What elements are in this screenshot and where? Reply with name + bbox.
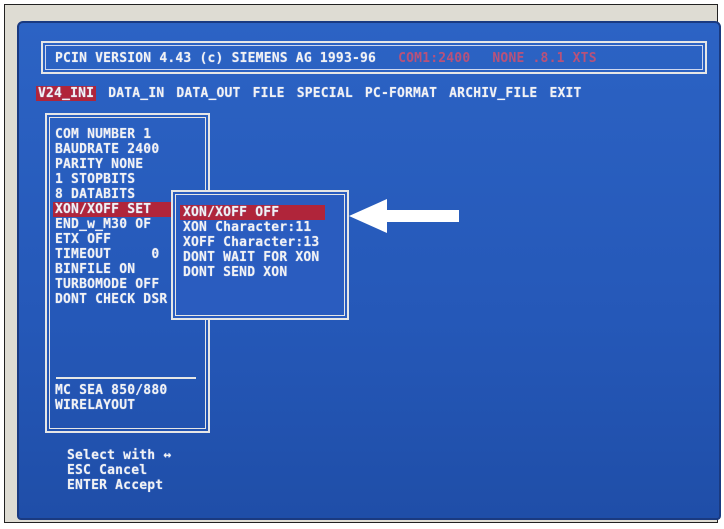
divider <box>56 377 196 379</box>
help-enter: ENTER Accept <box>67 478 164 493</box>
title-bar: PCIN VERSION 4.43 (c) SIEMENS AG 1993-96… <box>41 41 707 74</box>
port-status: COM1:2400 <box>398 51 471 66</box>
setting-wirelayout[interactable]: WIRELAYOUT <box>55 398 167 413</box>
help-escape: ESC Cancel <box>67 463 148 478</box>
xon-xoff-submenu: XON/XOFF OFF XON Character:11 XOFF Chara… <box>171 190 349 320</box>
setting-com-number[interactable]: COM NUMBER 1 <box>55 127 195 142</box>
pointer-arrow-icon <box>349 199 459 233</box>
submenu-xon-xoff-off[interactable]: XON/XOFF OFF <box>180 205 325 220</box>
title-text: PCIN VERSION 4.43 (c) SIEMENS AG 1993-96… <box>55 51 597 66</box>
help-select: Select with ↔ <box>67 448 172 463</box>
menu-pc-format[interactable]: PC-FORMAT <box>365 86 437 101</box>
settings-list-extra: MC SEA 850/880 WIRELAYOUT <box>55 383 167 413</box>
submenu-xon-character[interactable]: XON Character:11 <box>183 220 325 235</box>
menu-data-in[interactable]: DATA_IN <box>108 86 164 101</box>
menu-bar: V24_INI DATA_IN DATA_OUT FILE SPECIAL PC… <box>36 86 582 101</box>
submenu-dont-send-xon[interactable]: DONT SEND XON <box>183 265 325 280</box>
menu-file[interactable]: FILE <box>253 86 285 101</box>
submenu-xoff-character[interactable]: XOFF Character:13 <box>183 235 325 250</box>
menu-exit[interactable]: EXIT <box>549 86 581 101</box>
setting-stopbits[interactable]: 1 STOPBITS <box>55 172 195 187</box>
key-help: Select with ↔ ESC Cancel ENTER Accept <box>67 448 171 493</box>
submenu-dont-wait-xon[interactable]: DONT WAIT FOR XON <box>183 250 325 265</box>
mode-status: NONE .8.1 XTS <box>492 51 597 66</box>
setting-parity[interactable]: PARITY NONE <box>55 157 195 172</box>
app-title: PCIN VERSION 4.43 (c) SIEMENS AG 1993-96 <box>55 51 377 66</box>
menu-data-out[interactable]: DATA_OUT <box>176 86 240 101</box>
submenu-list: XON/XOFF OFF XON Character:11 XOFF Chara… <box>180 205 325 280</box>
menu-v24-ini[interactable]: V24_INI <box>36 86 97 101</box>
setting-baudrate[interactable]: BAUDRATE 2400 <box>55 142 195 157</box>
monitor-frame: PCIN VERSION 4.43 (c) SIEMENS AG 1993-96… <box>4 4 721 523</box>
terminal-screen: PCIN VERSION 4.43 (c) SIEMENS AG 1993-96… <box>17 21 721 520</box>
setting-mc-sea[interactable]: MC SEA 850/880 <box>55 383 167 398</box>
menu-archiv-file[interactable]: ARCHIV_FILE <box>449 86 537 101</box>
menu-special[interactable]: SPECIAL <box>297 86 353 101</box>
